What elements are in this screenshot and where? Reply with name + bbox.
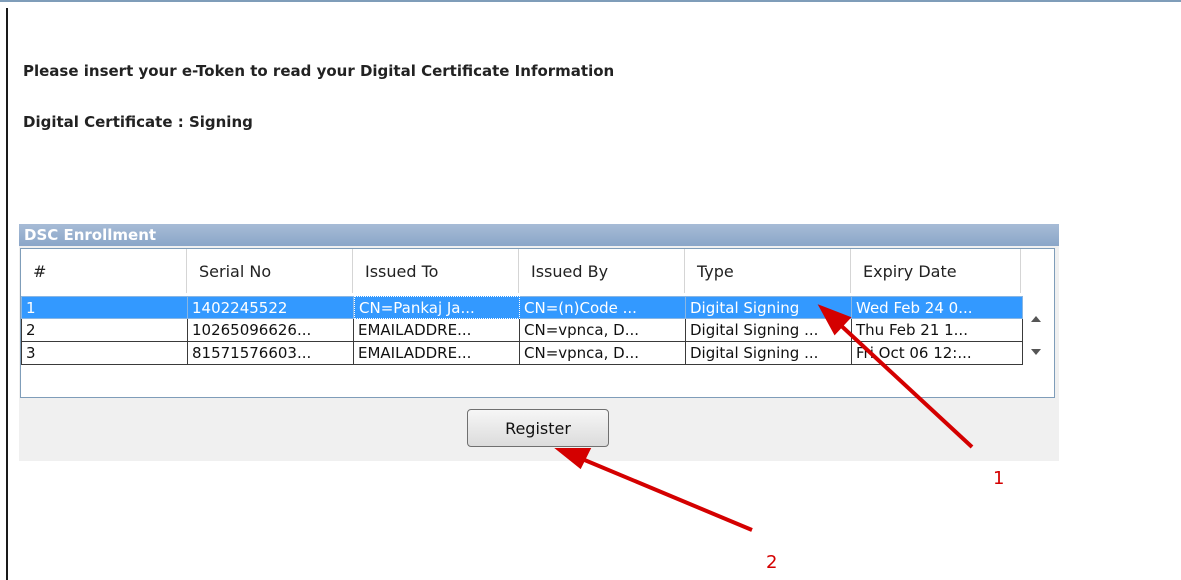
arrow-2-head-icon — [554, 448, 592, 470]
annotation-arrows — [554, 304, 974, 532]
arrow-1-line — [833, 318, 974, 449]
annotation-marker-2: 2 — [766, 552, 778, 573]
arrow-2-line — [574, 454, 753, 532]
annotation-marker-1: 1 — [993, 468, 1005, 489]
